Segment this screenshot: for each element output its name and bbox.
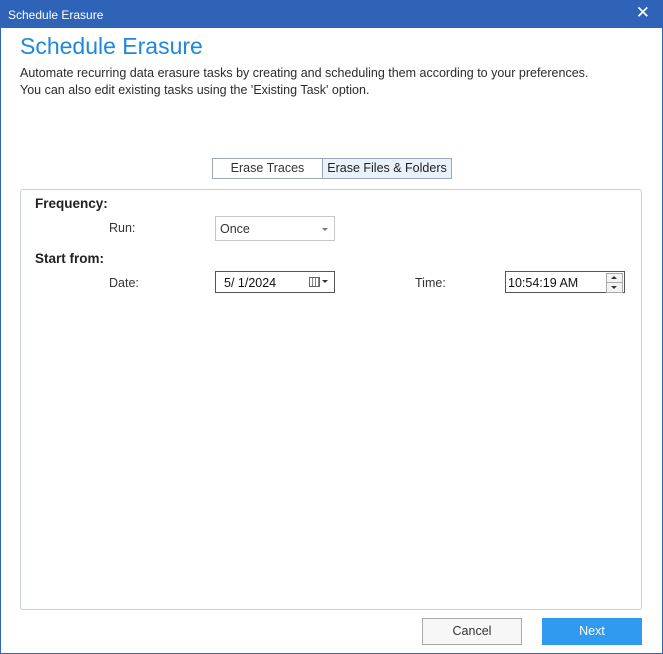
run-dropdown[interactable]: Once [215, 216, 335, 241]
time-label: Time: [415, 276, 446, 290]
next-button[interactable]: Next [542, 618, 642, 645]
schedule-panel: Frequency: Run: Once Start from: Date: 5… [20, 189, 642, 610]
schedule-erasure-dialog: Schedule Erasure ✕ Schedule Erasure Auto… [0, 0, 663, 654]
start-from-heading: Start from: [35, 251, 105, 266]
date-picker[interactable]: 5/ 1/2024 [215, 271, 335, 293]
page-title: Schedule Erasure [20, 33, 203, 59]
dropdown-caret-icon [322, 228, 328, 231]
tab-erase-traces[interactable]: Erase Traces [212, 158, 323, 179]
time-value: 10:54:19 AM [508, 276, 579, 290]
title-bar[interactable]: Schedule Erasure ✕ [1, 1, 662, 28]
frequency-heading: Frequency: [35, 196, 108, 211]
date-value: 5/ 1/2024 [224, 276, 277, 290]
window-title: Schedule Erasure [8, 8, 104, 22]
description-line-2: You can also edit existing tasks using t… [20, 83, 370, 97]
tab-strip: Erase Traces Erase Files & Folders [212, 158, 452, 179]
close-icon[interactable]: ✕ [636, 3, 650, 23]
calendar-icon[interactable] [309, 277, 320, 287]
run-dropdown-value: Once [220, 222, 250, 236]
page-description: Automate recurring data erasure tasks by… [20, 65, 650, 99]
time-picker[interactable]: 10:54:19 AM [505, 271, 625, 293]
date-label: Date: [109, 276, 139, 290]
tab-erase-files-folders[interactable]: Erase Files & Folders [323, 158, 452, 179]
description-line-1: Automate recurring data erasure tasks by… [20, 66, 589, 80]
spin-down-icon[interactable] [606, 282, 623, 293]
cancel-button[interactable]: Cancel [422, 618, 522, 645]
date-dropdown-caret-icon [322, 280, 328, 283]
run-label: Run: [109, 221, 136, 235]
